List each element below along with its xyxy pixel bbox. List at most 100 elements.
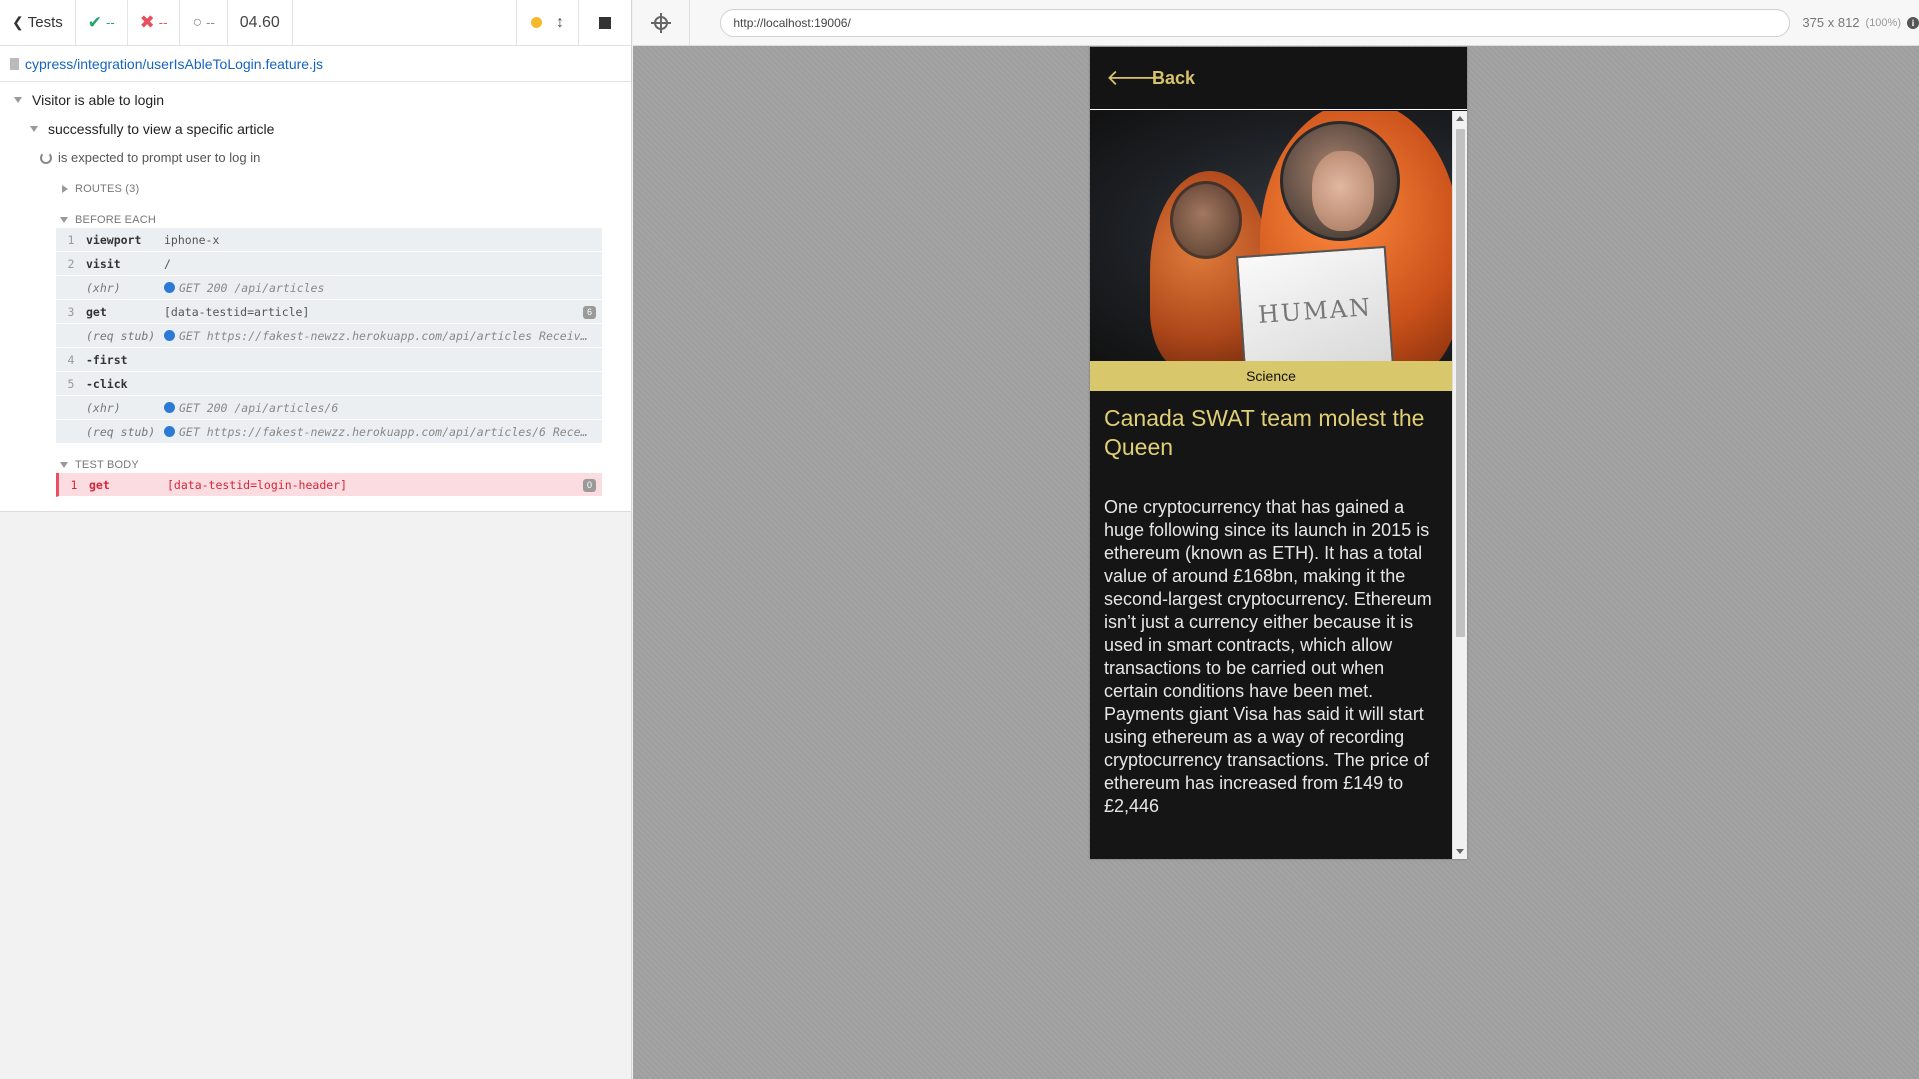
aut-header: http://localhost:19006/ 375 x 812 (100%)… bbox=[633, 0, 1919, 46]
chevron-left-icon: ❮ bbox=[12, 14, 24, 30]
command-message: GET 200 /api/articles bbox=[164, 281, 602, 295]
command-name: (req stub) bbox=[86, 424, 156, 439]
file-icon bbox=[10, 57, 19, 70]
command-name: (req stub) bbox=[86, 328, 156, 343]
command-row[interactable]: (xhr) GET 200 /api/articles bbox=[56, 276, 602, 300]
hero-sign-text: HUMAN bbox=[1257, 293, 1373, 329]
routes-section-header[interactable]: ROUTES (3) bbox=[62, 183, 139, 195]
collapse-caret-icon bbox=[30, 126, 38, 132]
duration-display: 04.60 bbox=[228, 0, 293, 45]
command-row[interactable]: 5 -click bbox=[56, 372, 602, 396]
header-spacer bbox=[293, 0, 517, 45]
auto-scroll-indicator-icon[interactable] bbox=[531, 17, 542, 28]
article-scrollbar[interactable] bbox=[1452, 111, 1467, 859]
command-name: get bbox=[86, 304, 107, 319]
test-body-command-list: 1 get [data-testid=login-header] 0 bbox=[56, 473, 602, 497]
test-body-section-header[interactable]: TEST BODY bbox=[60, 459, 139, 471]
command-message-text: GET 200 /api/articles/6 bbox=[179, 400, 339, 415]
command-row[interactable]: 1 viewport iphone-x bbox=[56, 228, 602, 252]
duration-value: 04.60 bbox=[239, 13, 280, 31]
aut-pane: http://localhost:19006/ 375 x 812 (100%)… bbox=[633, 0, 1919, 1079]
suite-title: Visitor is able to login bbox=[32, 92, 165, 108]
command-message-text: GET https://fakest-newzz.herokuapp.com/a… bbox=[179, 424, 602, 439]
command-row[interactable]: (req stub) GET https://fakest-newzz.herok… bbox=[56, 324, 602, 348]
viewport-size: 375 x 812 bbox=[1802, 15, 1860, 30]
subsuite-title: successfully to view a specific article bbox=[48, 121, 275, 137]
before-each-section-header[interactable]: BEFORE EACH bbox=[60, 214, 156, 226]
pending-stat[interactable]: ○ -- bbox=[180, 0, 228, 45]
expand-caret-icon bbox=[62, 185, 68, 193]
stop-button[interactable] bbox=[579, 0, 631, 45]
url-bar[interactable]: http://localhost:19006/ bbox=[720, 8, 1791, 37]
xhr-status-dot-icon bbox=[164, 329, 175, 341]
command-count-badge: 0 bbox=[583, 479, 596, 492]
command-row[interactable]: 4 -first bbox=[56, 348, 602, 372]
tests-label: Tests bbox=[27, 14, 63, 31]
running-spinner-icon bbox=[40, 151, 52, 164]
passed-count: -- bbox=[106, 15, 115, 30]
command-number: 1 bbox=[70, 477, 78, 492]
command-name: get bbox=[89, 477, 110, 492]
command-message: GET https://fakest-newzz.herokuapp.com/a… bbox=[164, 425, 602, 439]
routes-label: ROUTES (3) bbox=[75, 183, 140, 195]
app-viewport: 🡐 Back HUMAN Science Canada SWAT team mo… bbox=[1090, 47, 1467, 859]
scroll-up-arrow-icon[interactable] bbox=[1456, 116, 1464, 121]
pending-count: -- bbox=[206, 15, 215, 30]
updown-arrow-icon[interactable]: ↕ bbox=[556, 14, 564, 32]
viewport-info: 375 x 812 (100%) i bbox=[1802, 15, 1919, 30]
command-name: -first bbox=[86, 352, 128, 367]
command-message-text: GET https://fakest-newzz.herokuapp.com/a… bbox=[179, 328, 595, 343]
command-message: GET 200 /api/articles/6 bbox=[164, 401, 602, 415]
circle-icon: ○ bbox=[192, 13, 203, 31]
hero-helmet-back bbox=[1170, 181, 1242, 259]
runnables-list: Visitor is able to login successfully to… bbox=[0, 82, 631, 512]
command-name: (xhr) bbox=[86, 280, 121, 295]
command-row[interactable]: 2 visit / bbox=[56, 252, 602, 276]
tests-button[interactable]: ❮ Tests bbox=[0, 0, 76, 45]
command-message: [data-testid=article] bbox=[164, 305, 602, 319]
collapse-caret-icon bbox=[14, 97, 22, 103]
stop-icon bbox=[599, 16, 611, 29]
command-row[interactable]: (xhr) GET 200 /api/articles/6 bbox=[56, 396, 602, 420]
command-row[interactable]: (req stub) GET https://fakest-newzz.herok… bbox=[56, 420, 602, 444]
article-scroll-area[interactable]: HUMAN Science Canada SWAT team molest th… bbox=[1090, 111, 1467, 859]
spec-path-bar: cypress/integration/userIsAbleToLogin.fe… bbox=[0, 46, 631, 82]
command-name: viewport bbox=[86, 232, 142, 247]
url-text: http://localhost:19006/ bbox=[733, 15, 851, 30]
xhr-status-dot-icon bbox=[164, 401, 175, 413]
command-message: iphone-x bbox=[164, 233, 602, 247]
viewport-scale: (100%) bbox=[1865, 16, 1901, 29]
passed-stat[interactable]: ✔ -- bbox=[76, 0, 128, 45]
test-title: is expected to prompt user to log in bbox=[58, 150, 261, 165]
command-number: 2 bbox=[67, 256, 75, 271]
command-name: -click bbox=[86, 376, 128, 391]
back-button[interactable]: Back bbox=[1152, 68, 1195, 89]
command-name: (xhr) bbox=[86, 400, 121, 415]
before-each-command-list: 1 viewport iphone-x 2 visit / (xhr) GET 200 /ap… bbox=[56, 228, 602, 444]
info-icon[interactable]: i bbox=[1907, 16, 1919, 29]
command-message: [data-testid=login-header] bbox=[167, 478, 602, 492]
command-message-text: / bbox=[164, 256, 171, 271]
arrow-left-icon[interactable]: 🡐 bbox=[1106, 65, 1165, 91]
selector-playground-button[interactable] bbox=[633, 0, 691, 46]
failed-count: -- bbox=[158, 15, 168, 30]
xhr-status-dot-icon bbox=[164, 281, 175, 293]
xhr-status-dot-icon bbox=[164, 425, 175, 437]
command-number: 3 bbox=[67, 304, 75, 319]
app-header: 🡐 Back bbox=[1090, 47, 1467, 110]
command-row[interactable]: 1 get [data-testid=login-header] 0 bbox=[56, 473, 602, 497]
scroll-down-arrow-icon[interactable] bbox=[1456, 849, 1464, 854]
suite-row[interactable]: Visitor is able to login bbox=[14, 92, 164, 108]
spec-path-link[interactable]: cypress/integration/userIsAbleToLogin.fe… bbox=[25, 56, 323, 72]
hero-face bbox=[1312, 151, 1374, 231]
scrollbar-thumb[interactable] bbox=[1456, 129, 1465, 637]
subsuite-row[interactable]: successfully to view a specific article bbox=[30, 121, 274, 137]
test-row[interactable]: is expected to prompt user to log in bbox=[40, 150, 260, 165]
failed-stat[interactable]: ✖ -- bbox=[128, 0, 181, 45]
command-message-text: [data-testid=login-header] bbox=[167, 477, 348, 492]
collapse-caret-icon bbox=[60, 462, 68, 468]
header-tools: ↕ bbox=[517, 0, 579, 45]
command-row[interactable]: 3 get [data-testid=article] 6 bbox=[56, 300, 602, 324]
article-body: One cryptocurrency that has gained a hug… bbox=[1104, 497, 1432, 816]
command-number: 1 bbox=[67, 232, 75, 247]
